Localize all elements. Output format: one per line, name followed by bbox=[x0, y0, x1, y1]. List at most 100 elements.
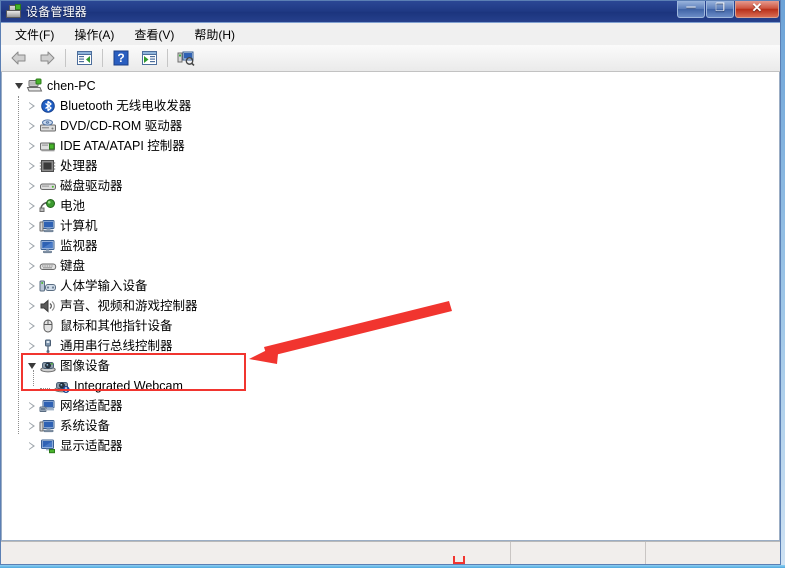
chevron-down-icon bbox=[27, 362, 37, 370]
tree-item-label: 电池 bbox=[60, 199, 86, 213]
chevron-right-icon bbox=[28, 401, 36, 411]
tree-item-bluetooth[interactable]: Bluetooth 无线电收发器 bbox=[10, 96, 779, 116]
computer-small-icon bbox=[39, 218, 57, 234]
chevron-right-icon bbox=[28, 221, 36, 231]
status-message bbox=[1, 542, 510, 564]
menu-view[interactable]: 查看(V) bbox=[124, 24, 184, 45]
show-hidden-button[interactable] bbox=[136, 46, 162, 70]
toolbar-separator bbox=[65, 49, 66, 67]
chevron-right-icon bbox=[28, 141, 36, 151]
close-button[interactable]: ✕ bbox=[735, 1, 779, 18]
chevron-right-icon bbox=[28, 341, 36, 351]
expander[interactable] bbox=[25, 156, 39, 176]
expander[interactable] bbox=[25, 396, 39, 416]
tree-item-label: 磁盘驱动器 bbox=[60, 179, 123, 193]
tree-item-integrated-webcam[interactable]: Integrated Webcam bbox=[10, 370, 779, 396]
back-arrow-icon bbox=[11, 51, 26, 65]
tree-item-computer[interactable]: 计算机 bbox=[10, 216, 779, 236]
expander[interactable] bbox=[25, 196, 39, 216]
tree-item-label: 处理器 bbox=[60, 159, 98, 173]
expander[interactable] bbox=[25, 236, 39, 256]
tree-item-label: 人体学输入设备 bbox=[60, 279, 148, 293]
chevron-right-icon bbox=[28, 441, 36, 451]
expander[interactable] bbox=[25, 256, 39, 276]
maximize-button[interactable]: ❐ bbox=[706, 1, 734, 18]
toolbar: ? bbox=[1, 45, 780, 72]
scan-hardware-button[interactable] bbox=[173, 46, 199, 70]
help-button[interactable]: ? bbox=[108, 46, 134, 70]
tree-item-label: 键盘 bbox=[60, 259, 86, 273]
device-manager-icon bbox=[5, 3, 21, 20]
tree-item-dvd-cdrom[interactable]: DVD/CD-ROM 驱动器 bbox=[10, 116, 779, 136]
tree-item-label: 显示适配器 bbox=[60, 439, 123, 453]
tree-item-display-adapters[interactable]: 显示适配器 bbox=[10, 436, 779, 456]
tree-children: Bluetooth 无线电收发器 DVD/CD-ROM 驱动器 IDE ATA/… bbox=[10, 96, 779, 456]
properties-icon bbox=[76, 51, 92, 65]
expander[interactable] bbox=[25, 356, 39, 376]
tree-item-label: DVD/CD-ROM 驱动器 bbox=[60, 119, 183, 133]
expander[interactable] bbox=[25, 436, 39, 456]
tree-item-label: Integrated Webcam bbox=[74, 379, 183, 393]
bluetooth-icon bbox=[39, 98, 57, 114]
status-pane-3 bbox=[645, 542, 780, 564]
display-adapter-icon bbox=[39, 438, 57, 454]
chevron-right-icon bbox=[28, 101, 36, 111]
forward-button[interactable] bbox=[34, 46, 60, 70]
tree-item-batteries[interactable]: 电池 bbox=[10, 196, 779, 216]
help-question-icon: ? bbox=[113, 50, 129, 66]
root-expander[interactable] bbox=[12, 76, 26, 96]
title-bar: 设备管理器 ─ ❐ ✕ bbox=[1, 1, 780, 23]
keyboard-icon bbox=[39, 258, 57, 274]
tree-item-root[interactable]: chen-PC bbox=[10, 76, 779, 96]
expander[interactable] bbox=[25, 136, 39, 156]
hid-icon bbox=[39, 278, 57, 294]
tree-item-processors[interactable]: 处理器 bbox=[10, 156, 779, 176]
tree-item-network-adapters[interactable]: 网络适配器 bbox=[10, 396, 779, 416]
expander[interactable] bbox=[25, 416, 39, 436]
expander[interactable] bbox=[25, 336, 39, 356]
expander[interactable] bbox=[25, 116, 39, 136]
expander[interactable] bbox=[25, 96, 39, 116]
ide-controller-icon bbox=[39, 138, 57, 154]
chevron-right-icon bbox=[28, 121, 36, 131]
tree-item-disk-drives[interactable]: 磁盘驱动器 bbox=[10, 176, 779, 196]
tree-item-imaging-devices[interactable]: 图像设备 bbox=[10, 356, 779, 376]
menu-file[interactable]: 文件(F) bbox=[5, 24, 64, 45]
close-icon: ✕ bbox=[751, 0, 763, 15]
chevron-right-icon bbox=[28, 161, 36, 171]
tree-item-usb-controllers[interactable]: 通用串行总线控制器 bbox=[10, 336, 779, 356]
computer-icon bbox=[26, 78, 44, 94]
tree-item-system-devices[interactable]: 系统设备 bbox=[10, 416, 779, 436]
minimize-icon: ─ bbox=[686, 0, 696, 14]
chevron-right-icon bbox=[28, 421, 36, 431]
menu-help[interactable]: 帮助(H) bbox=[184, 24, 245, 45]
tree-item-keyboards[interactable]: 键盘 bbox=[10, 256, 779, 276]
tree-item-monitors[interactable]: 监视器 bbox=[10, 236, 779, 256]
expander[interactable] bbox=[25, 296, 39, 316]
device-tree-panel[interactable]: chen-PC Bluetooth 无线电收发器 DVD/CD-ROM 驱动器 … bbox=[1, 72, 780, 541]
tree-item-label: 系统设备 bbox=[60, 419, 111, 433]
expander[interactable] bbox=[25, 216, 39, 236]
tree-item-ide-ata-atapi[interactable]: IDE ATA/ATAPI 控制器 bbox=[10, 136, 779, 156]
tree-item-label: 计算机 bbox=[60, 219, 98, 233]
minimize-button[interactable]: ─ bbox=[677, 1, 705, 18]
device-tree: chen-PC Bluetooth 无线电收发器 DVD/CD-ROM 驱动器 … bbox=[2, 76, 779, 456]
expander[interactable] bbox=[25, 176, 39, 196]
properties-button[interactable] bbox=[71, 46, 97, 70]
menu-action[interactable]: 操作(A) bbox=[64, 24, 124, 45]
leaf-connector bbox=[40, 387, 50, 389]
back-button[interactable] bbox=[6, 46, 32, 70]
svg-text:?: ? bbox=[117, 51, 124, 65]
battery-icon bbox=[39, 198, 57, 214]
toolbar-separator bbox=[167, 49, 168, 67]
tree-item-sound-video-game[interactable]: 声音、视频和游戏控制器 bbox=[10, 296, 779, 316]
tree-item-mice[interactable]: 鼠标和其他指针设备 bbox=[10, 316, 779, 336]
chevron-right-icon bbox=[28, 261, 36, 271]
tree-item-hid[interactable]: 人体学输入设备 bbox=[10, 276, 779, 296]
tree-item-label: 通用串行总线控制器 bbox=[60, 339, 173, 353]
tree-item-label: 鼠标和其他指针设备 bbox=[60, 319, 173, 333]
expander[interactable] bbox=[25, 316, 39, 336]
window-controls: ─ ❐ ✕ bbox=[677, 1, 779, 18]
expander[interactable] bbox=[25, 276, 39, 296]
chevron-down-icon bbox=[14, 82, 24, 90]
